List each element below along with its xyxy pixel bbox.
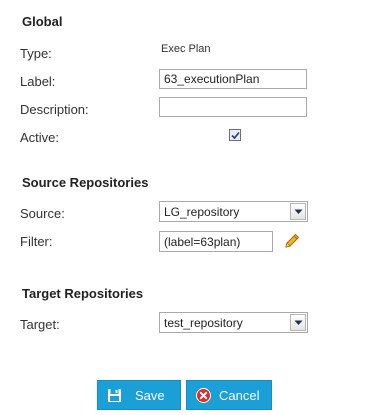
cancel-button[interactable]: Cancel: [186, 380, 272, 410]
source-select-value: LG_repository: [164, 205, 240, 219]
target-select[interactable]: test_repository: [159, 312, 308, 333]
source-dropdown-button[interactable]: [290, 203, 306, 220]
active-checkbox[interactable]: [229, 129, 241, 141]
red-x-circle-icon: [196, 388, 211, 403]
section-title-global: Global: [22, 14, 63, 29]
chevron-down-icon: [294, 320, 303, 325]
label-label: Label:: [20, 74, 56, 89]
pencil-icon[interactable]: [283, 232, 301, 250]
active-label: Active:: [20, 130, 60, 145]
description-input[interactable]: [159, 97, 307, 117]
section-title-source: Source Repositories: [22, 175, 149, 190]
checkmark-icon: [231, 131, 240, 140]
floppy-disk-icon: [108, 389, 121, 402]
save-button[interactable]: Save: [97, 380, 181, 410]
save-button-label: Save: [135, 388, 165, 403]
target-label: Target:: [20, 317, 60, 332]
cancel-button-label: Cancel: [219, 388, 260, 403]
source-select[interactable]: LG_repository: [159, 201, 308, 222]
label-input[interactable]: [159, 69, 307, 89]
type-value: Exec Plan: [161, 43, 211, 55]
section-title-target: Target Repositories: [22, 286, 144, 301]
source-label: Source:: [20, 206, 65, 221]
chevron-down-icon: [294, 209, 303, 214]
description-label: Description:: [20, 102, 89, 117]
type-label: Type:: [20, 46, 52, 61]
target-dropdown-button[interactable]: [290, 314, 306, 331]
filter-label: Filter:: [20, 234, 53, 249]
filter-field[interactable]: (label=63plan): [159, 231, 273, 252]
target-select-value: test_repository: [164, 316, 243, 330]
